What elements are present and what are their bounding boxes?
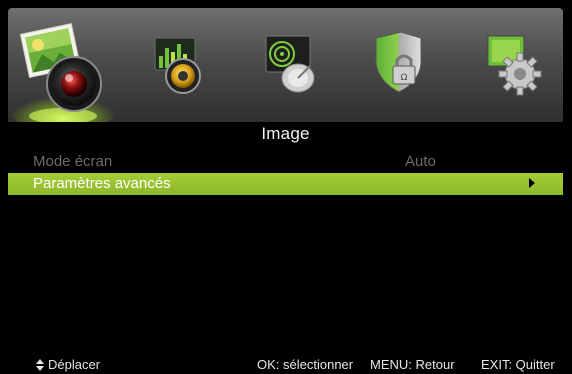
lock-shield-icon: Ω	[375, 31, 422, 93]
chevron-right-icon	[529, 178, 535, 188]
menu-item-label: Mode écran	[33, 153, 113, 170]
menu-tab-bar: Ω	[8, 8, 563, 122]
footer-hints: Déplacer OK: sélectionner MENU: Retour E…	[8, 356, 563, 374]
menu-item-label: Paramètres avancés	[33, 175, 171, 192]
menu-item-mode-ecran: Mode écran Auto	[8, 151, 563, 173]
hint-move: Déplacer	[48, 357, 101, 372]
hint-exit: EXIT: Quitter	[481, 357, 555, 372]
up-down-arrows-icon	[36, 359, 44, 371]
tab-image[interactable]	[8, 8, 118, 122]
tab-channel[interactable]	[230, 8, 340, 122]
settings-gear-icon	[487, 35, 542, 96]
channel-satellite-icon	[265, 35, 315, 93]
hint-menu: MENU: Retour	[370, 357, 455, 372]
menu-item-value: Auto	[405, 153, 436, 170]
hint-ok: OK: sélectionner	[257, 357, 354, 372]
tab-settings[interactable]	[452, 8, 562, 122]
menu-item-parametres-avances[interactable]: Paramètres avancés	[8, 173, 563, 195]
sound-speaker-icon	[154, 37, 201, 94]
page-title-bar: Image	[8, 122, 563, 146]
tv-osd-screen: Ω Image Mode écran Auto Paramètres avanc…	[0, 0, 572, 374]
settings-menu: Mode écran Auto Paramètres avancés	[8, 151, 563, 195]
page-title: Image	[261, 124, 310, 143]
svg-text:Ω: Ω	[401, 73, 408, 83]
tab-sound[interactable]	[119, 8, 229, 122]
image-camera-icon	[9, 22, 117, 122]
tab-lock[interactable]: Ω	[341, 8, 451, 122]
